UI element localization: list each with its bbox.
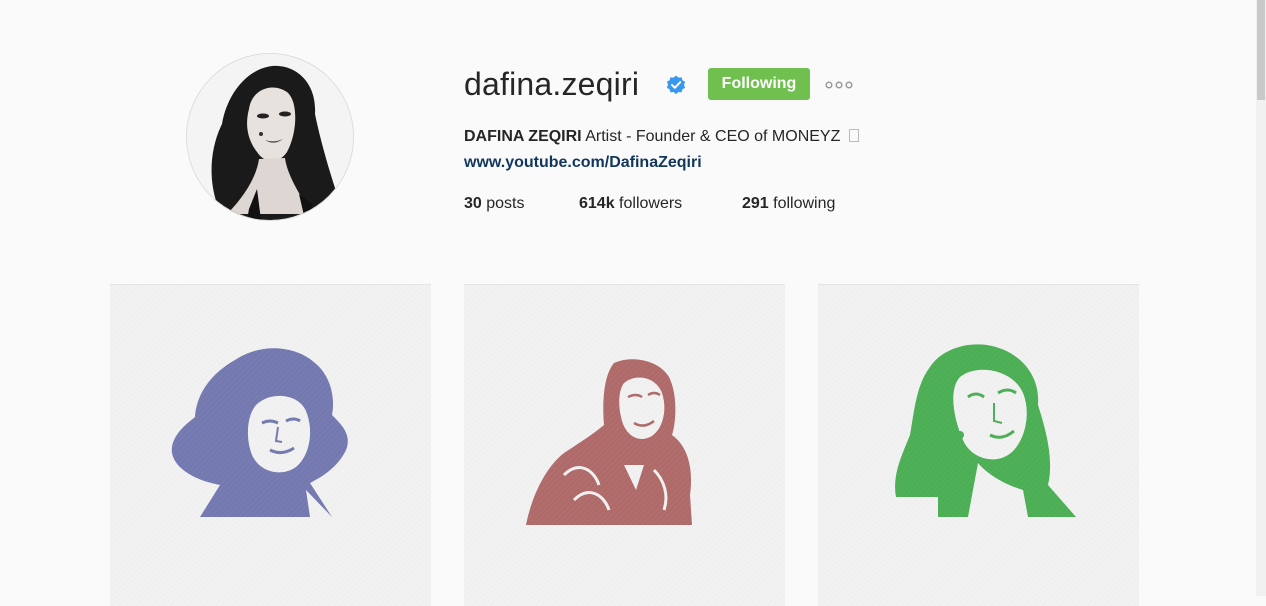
bio-text: Artist - Founder & CEO of MONEYZ	[581, 128, 845, 145]
page-scrollbar[interactable]	[1256, 0, 1266, 596]
following-label: following	[768, 195, 836, 212]
followers-label: followers	[614, 195, 683, 212]
more-options-icon[interactable]	[825, 80, 855, 90]
post-thumbnail-1[interactable]	[110, 284, 431, 606]
post-1-image	[171, 348, 348, 517]
scrollbar-thumb[interactable]	[1257, 0, 1265, 100]
profile-website-link[interactable]: www.youtube.com/DafinaZeqiri	[464, 152, 702, 174]
verified-badge-icon	[666, 75, 686, 95]
following-number: 291	[742, 195, 769, 212]
post-thumbnail-3[interactable]	[818, 284, 1139, 606]
profile-avatar[interactable]	[187, 54, 353, 220]
post-2-image	[526, 359, 692, 525]
avatar-photo	[187, 54, 353, 220]
bio-full-name: DAFINA ZEQIRI	[464, 128, 582, 145]
profile-username: dafina.zeqiri	[464, 66, 640, 102]
followers-number: 614k	[579, 195, 615, 212]
posts-count: 30 posts	[464, 193, 524, 215]
posts-label: posts	[481, 195, 525, 212]
post-thumbnail-2[interactable]	[464, 284, 785, 606]
followers-count[interactable]: 614k followers	[579, 193, 682, 215]
post-3-image	[895, 344, 1076, 517]
following-button[interactable]: Following	[708, 68, 810, 100]
unsupported-emoji-icon	[848, 129, 859, 142]
following-count[interactable]: 291 following	[742, 193, 835, 215]
posts-number: 30	[464, 195, 482, 212]
profile-bio: DAFINA ZEQIRI Artist - Founder & CEO of …	[464, 126, 859, 148]
